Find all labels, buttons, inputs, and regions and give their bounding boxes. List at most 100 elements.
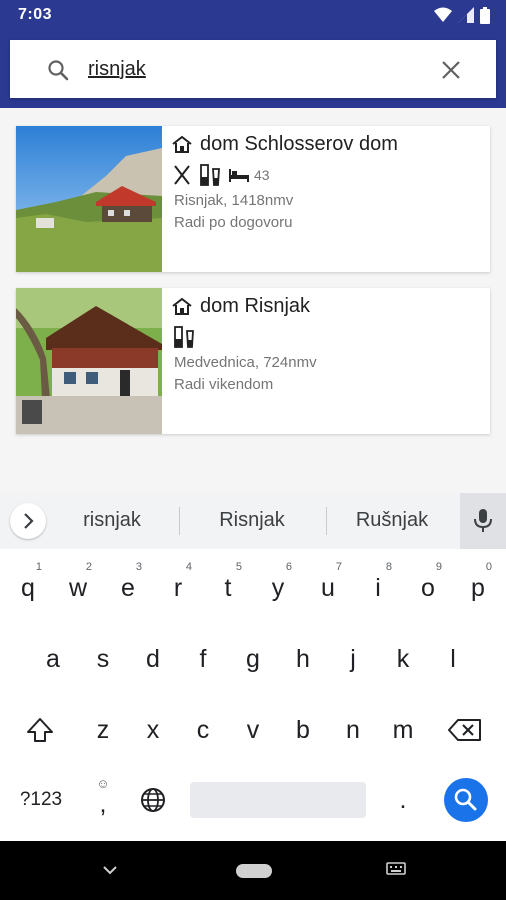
key-t[interactable]: 5t [203, 555, 253, 615]
food-icon [174, 165, 190, 185]
card-title-row: dom Schlosserov dom [172, 130, 398, 158]
hut-photo [16, 126, 162, 272]
result-card[interactable]: dom Risnjak Medvednica, 724nmv Radi vike… [16, 288, 490, 434]
key-k[interactable]: k [378, 629, 428, 689]
backspace-key[interactable] [440, 700, 490, 760]
status-bar: 7:03 [0, 0, 506, 30]
key-number: 7 [335, 561, 342, 573]
key-label: q [21, 573, 35, 602]
suggestion-1[interactable]: risnjak [52, 509, 172, 532]
key-i[interactable]: 8i [353, 555, 403, 615]
key-label: y [271, 573, 285, 602]
key-c[interactable]: c [178, 700, 228, 760]
key-v[interactable]: v [228, 700, 278, 760]
key-number: 6 [285, 561, 292, 573]
voice-input-button[interactable] [460, 493, 506, 549]
search-icon [454, 788, 477, 811]
search-icon [48, 60, 69, 81]
search-box [10, 40, 496, 98]
comma-key[interactable]: ☺ , [78, 770, 128, 830]
key-number: 0 [485, 561, 492, 573]
drinks-icon [200, 164, 220, 186]
shift-icon [27, 718, 53, 742]
key-label: i [375, 573, 381, 602]
bed-icon [229, 169, 249, 182]
result-card[interactable]: dom Schlosserov dom 43 Risnjak, 1418nmv … [16, 126, 490, 272]
key-label: p [471, 573, 485, 602]
key-label: u [321, 573, 335, 602]
key-label: t [224, 573, 232, 602]
symbols-key[interactable]: ?123 [12, 770, 70, 830]
key-j[interactable]: j [328, 629, 378, 689]
mountain-hut-icon [172, 135, 192, 153]
key-s[interactable]: s [78, 629, 128, 689]
key-h[interactable]: h [278, 629, 328, 689]
key-number: 9 [435, 561, 442, 573]
mountain-hut-icon [172, 297, 192, 315]
expand-suggestions-button[interactable] [10, 503, 46, 539]
app-bar [0, 30, 506, 108]
suggestion-strip: risnjak Risnjak Rušnjak [0, 493, 506, 549]
key-p[interactable]: 0p [453, 555, 503, 615]
key-number: 4 [185, 561, 192, 573]
amenities [172, 324, 196, 350]
signal-icon [458, 7, 474, 23]
card-hours: Radi po dogovoru [174, 214, 293, 231]
key-w[interactable]: 2w [53, 555, 103, 615]
key-z[interactable]: z [78, 700, 128, 760]
key-l[interactable]: l [428, 629, 478, 689]
card-title: dom Risnjak [200, 294, 311, 317]
status-icons [434, 6, 490, 24]
suggestion-divider [326, 507, 327, 535]
key-o[interactable]: 9o [403, 555, 453, 615]
globe-icon [141, 788, 165, 812]
key-number: 3 [135, 561, 142, 573]
suggestion-2[interactable]: Risnjak [192, 509, 312, 532]
key-number: 2 [85, 561, 92, 573]
beds-count: 43 [254, 167, 270, 183]
key-x[interactable]: x [128, 700, 178, 760]
close-icon[interactable] [440, 59, 462, 81]
comma-label: , [99, 789, 107, 818]
card-location: Risnjak, 1418nmv [174, 192, 294, 209]
key-r[interactable]: 4r [153, 555, 203, 615]
card-title: dom Schlosserov dom [200, 132, 398, 155]
search-input[interactable] [88, 55, 418, 83]
key-n[interactable]: n [328, 700, 378, 760]
key-number: 8 [385, 561, 392, 573]
key-d[interactable]: d [128, 629, 178, 689]
key-label: w [68, 573, 88, 602]
key-label: r [173, 573, 183, 602]
keyboard-switcher-icon[interactable] [386, 862, 406, 878]
key-f[interactable]: f [178, 629, 228, 689]
microphone-icon [474, 509, 492, 532]
home-button[interactable] [236, 864, 272, 878]
key-y[interactable]: 6y [253, 555, 303, 615]
key-e[interactable]: 3e [103, 555, 153, 615]
key-a[interactable]: a [28, 629, 78, 689]
key-g[interactable]: g [228, 629, 278, 689]
key-u[interactable]: 7u [303, 555, 353, 615]
suggestion-3[interactable]: Rušnjak [332, 509, 452, 532]
key-label: o [421, 573, 435, 602]
hide-keyboard-icon[interactable] [100, 863, 120, 877]
wifi-icon [434, 7, 452, 22]
drinks-icon [174, 326, 194, 348]
period-key[interactable]: . [378, 770, 428, 830]
keyboard: 1q 2w 3e 4r 5t 6y 7u 8i 9o 0p a s d f g … [0, 549, 506, 841]
card-hours: Radi vikendom [174, 376, 274, 393]
status-time: 7:03 [18, 6, 53, 23]
language-key[interactable] [128, 770, 178, 830]
backspace-icon [448, 719, 481, 741]
card-location: Medvednica, 724nmv [174, 354, 317, 371]
key-b[interactable]: b [278, 700, 328, 760]
shift-key[interactable] [15, 700, 65, 760]
hut-photo [16, 288, 162, 434]
space-key[interactable] [190, 782, 366, 818]
key-q[interactable]: 1q [3, 555, 53, 615]
key-m[interactable]: m [378, 700, 428, 760]
battery-icon [480, 6, 490, 24]
navigation-bar [0, 841, 506, 900]
search-action-button[interactable] [444, 778, 488, 822]
chevron-right-icon [24, 513, 34, 529]
